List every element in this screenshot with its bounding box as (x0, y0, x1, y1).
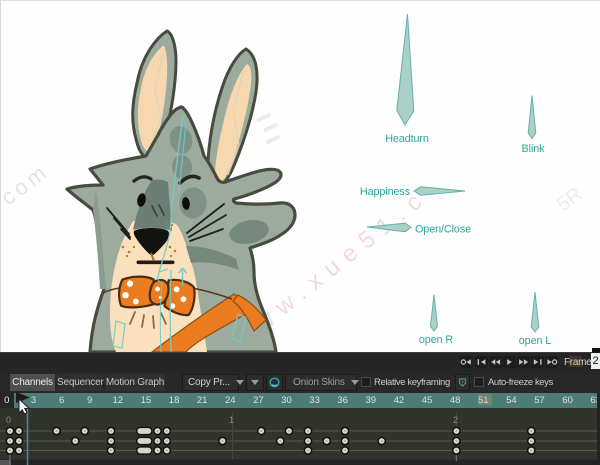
svg-text:Open/Close: Open/Close (415, 224, 471, 236)
svg-text:5R: 5R (553, 183, 587, 216)
svg-text:open R: open R (419, 334, 454, 346)
svg-text:Happiness: Happiness (360, 186, 411, 198)
svg-text:1: 1 (229, 415, 234, 425)
svg-text:2: 2 (453, 415, 458, 425)
svg-text:com: com (0, 158, 54, 210)
svg-text:Blink: Blink (522, 143, 546, 155)
svg-text:0: 0 (6, 415, 11, 425)
svg-text:Headturn: Headturn (385, 133, 429, 145)
svg-text:open L: open L (519, 335, 552, 347)
